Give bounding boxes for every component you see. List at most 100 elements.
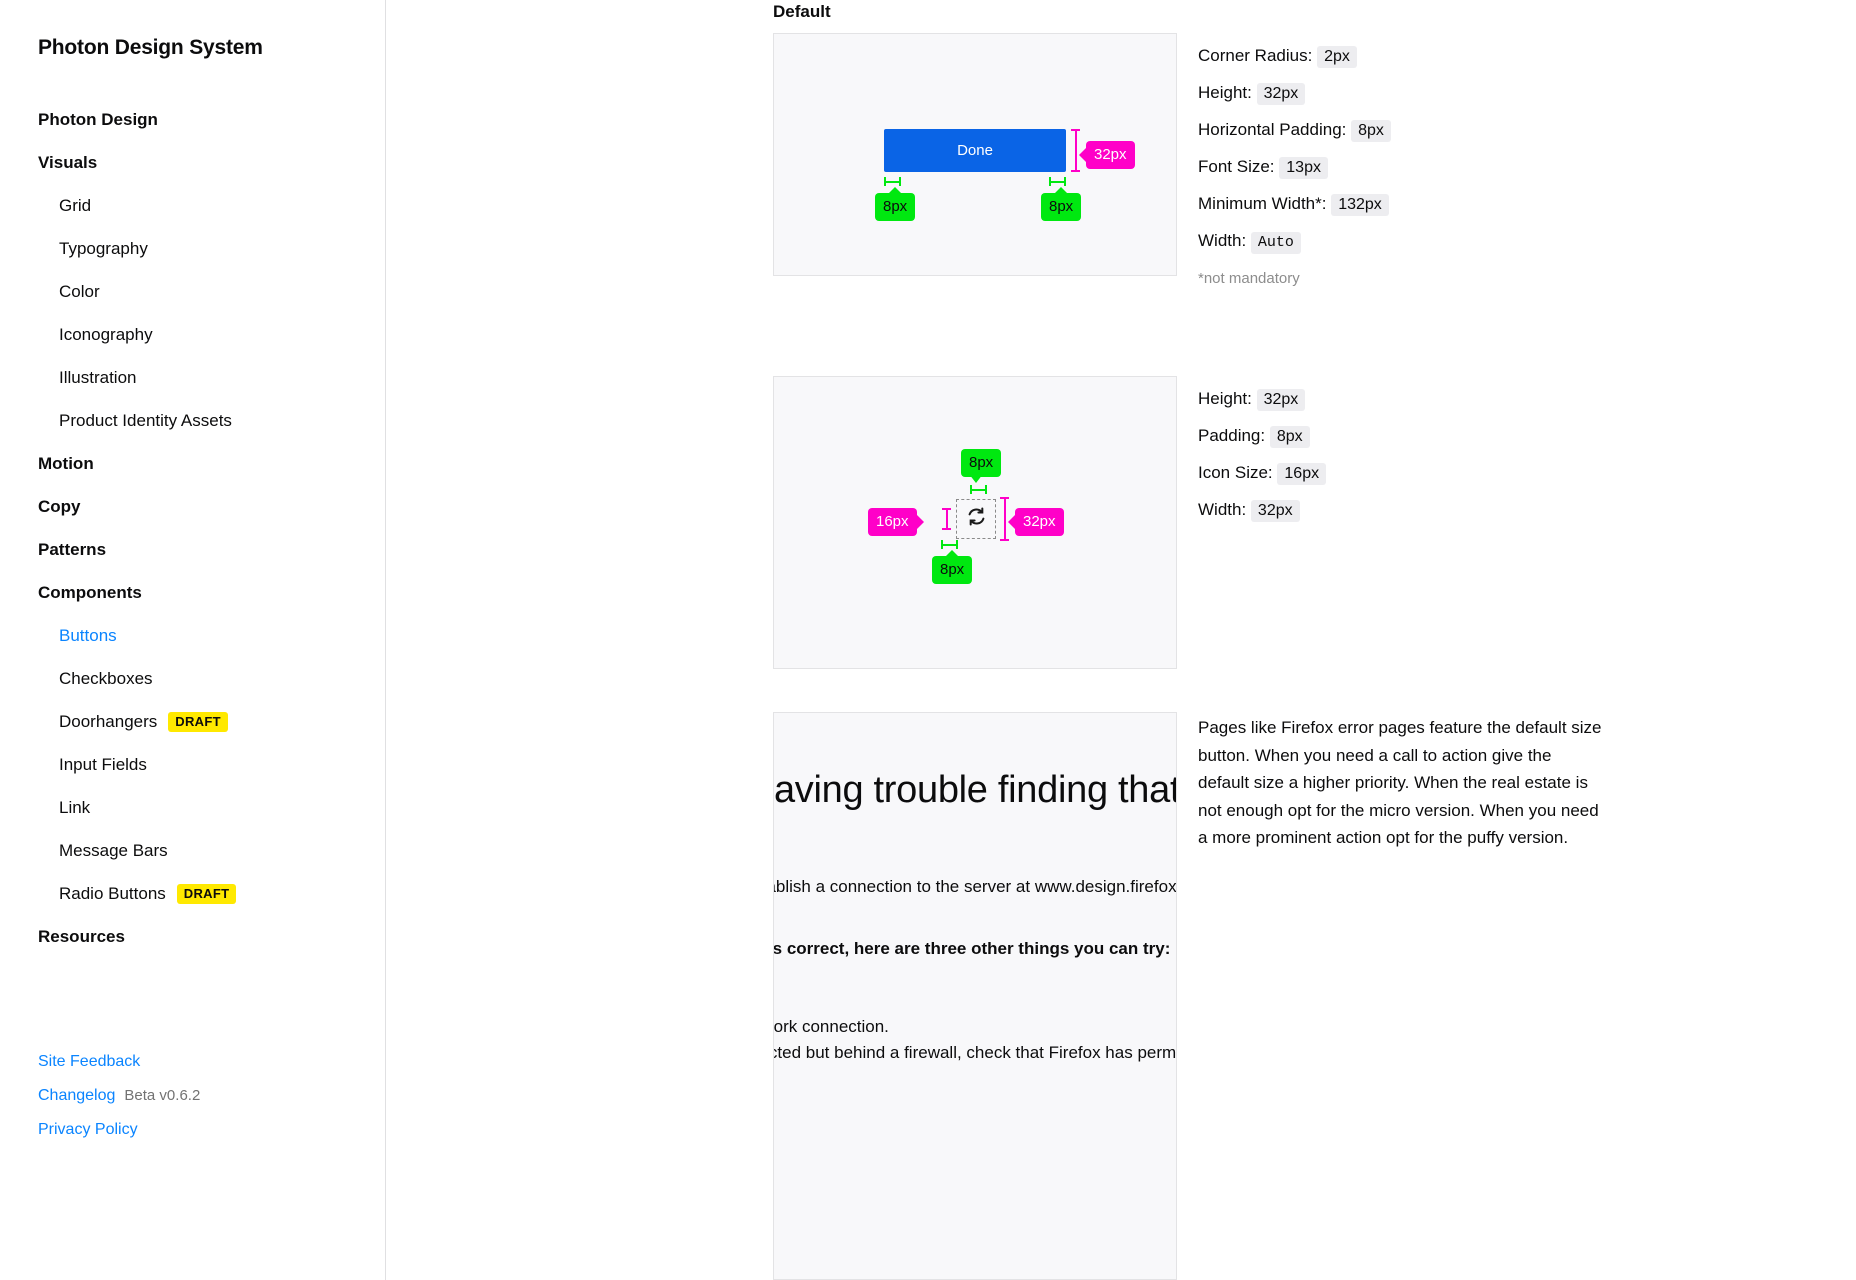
sidebar-item-label: Link [59, 798, 91, 817]
spec-value: 2px [1317, 46, 1357, 68]
sidebar-item-label: Product Identity Assets [59, 411, 232, 430]
spec-row: Minimum Width*: 132px [1198, 186, 1391, 223]
spec-value: Auto [1250, 232, 1301, 254]
draft-badge: DRAFT [168, 711, 228, 732]
sidebar-nav: Photon Design Visuals Grid Typography Color I… [38, 98, 385, 958]
sidebar-footer: Site Feedback Changelog Beta v0.6.2 Priva… [38, 1045, 200, 1147]
refresh-icon [967, 507, 986, 531]
spec-row: Font Size: 13px [1198, 149, 1391, 186]
sidebar-item-components[interactable]: Components [38, 571, 385, 614]
sidebar-item-label: Buttons [59, 626, 117, 645]
bottom-padding-annotation: 8px [932, 550, 973, 584]
spec-label: Width: [1198, 231, 1247, 250]
done-button[interactable]: Done [884, 129, 1066, 172]
sidebar-item-checkboxes[interactable]: Checkboxes [38, 657, 385, 700]
left-padding-annotation: 8px [875, 187, 916, 221]
sidebar: Photon Design System Photon Design Visual… [0, 0, 386, 1280]
sidebar-item-copy[interactable]: Copy [38, 485, 385, 528]
spec-block-micro: 8px 8px 16px 32px Height: 32px Padding: 8… [773, 376, 1327, 669]
error-example-description: Pages like Firefox error pages feature t… [1198, 718, 1602, 847]
preview-card-micro: 8px 8px 16px 32px [773, 376, 1177, 669]
sidebar-item-input-fields[interactable]: Input Fields [38, 743, 385, 786]
preview-card-error: We're having trouble finding that site. … [773, 712, 1177, 1280]
footer-row-privacy: Privacy Policy [38, 1113, 200, 1147]
sidebar-item-buttons[interactable]: Buttons [38, 614, 385, 657]
main-content: Default Done 32px 8px 8px Corner Radius:… [386, 0, 1856, 1280]
right-padding-annotation: 8px [1041, 187, 1082, 221]
changelog-link[interactable]: Changelog [38, 1079, 115, 1113]
sidebar-item-resources[interactable]: Resources [38, 915, 385, 958]
spec-row: Corner Radius: 2px [1198, 38, 1391, 75]
sidebar-item-label: Grid [59, 196, 92, 215]
refresh-button[interactable] [956, 499, 996, 539]
sidebar-item-illustration[interactable]: Illustration [38, 356, 385, 399]
micro-height-annotation: 32px [1008, 508, 1064, 536]
sidebar-item-label: Copy [38, 497, 81, 516]
sidebar-item-grid[interactable]: Grid [38, 184, 385, 227]
sidebar-item-photon-design[interactable]: Photon Design [38, 98, 385, 141]
sidebar-item-motion[interactable]: Motion [38, 442, 385, 485]
sidebar-item-iconography[interactable]: Iconography [38, 313, 385, 356]
sidebar-item-label: Motion [38, 454, 94, 473]
error-page-subtitle: Firefox can't establish a connection to … [774, 877, 1177, 896]
sidebar-item-label: Checkboxes [59, 669, 153, 688]
spec-block-error-example: We're having trouble finding that site. … [773, 712, 1603, 1280]
error-page-title: We're having trouble finding that site. [773, 769, 1177, 811]
spec-label: Padding: [1198, 426, 1266, 445]
sidebar-item-label: Iconography [59, 325, 153, 344]
spec-row: Padding: 8px [1198, 418, 1326, 455]
spec-value: 8px [1351, 120, 1391, 142]
top-padding-annotation: 8px [961, 449, 1002, 477]
sidebar-item-label: Color [59, 282, 100, 301]
spec-value: 32px [1256, 389, 1306, 411]
sidebar-item-label: Illustration [59, 368, 137, 387]
privacy-policy-link[interactable]: Privacy Policy [38, 1113, 138, 1147]
error-suggestion-item: Check your network connection. [773, 1017, 889, 1036]
spec-value: 8px [1269, 426, 1310, 448]
sidebar-item-label: Visuals [38, 153, 98, 172]
page-title: Default [773, 2, 831, 21]
firefox-error-page: We're having trouble finding that site. … [773, 765, 1177, 1092]
sidebar-item-visuals[interactable]: Visuals [38, 141, 385, 184]
sidebar-item-typography[interactable]: Typography [38, 227, 385, 270]
spec-label: Horizontal Padding: [1198, 120, 1347, 139]
sidebar-item-label: Components [38, 583, 142, 602]
sidebar-item-label: Photon Design [38, 110, 158, 129]
version-label: Beta v0.6.2 [124, 1087, 201, 1104]
spec-value: 16px [1277, 463, 1327, 485]
spec-row: Height: 32px [1198, 75, 1391, 112]
spec-label: Font Size: [1198, 157, 1275, 176]
top-padding-pointer [969, 474, 983, 483]
sidebar-item-doorhangers[interactable]: Doorhangers DRAFT [38, 700, 385, 743]
sidebar-item-radio-buttons[interactable]: Radio Buttons DRAFT [38, 872, 385, 915]
sidebar-item-label: Radio Buttons [59, 884, 166, 903]
page-root: Photon Design System Photon Design Visual… [0, 0, 1856, 1280]
spec-list-micro: Height: 32px Padding: 8px Icon Size: 16px W… [1198, 376, 1327, 669]
spec-block-default: Done 32px 8px 8px Corner Radius: 2px Heig… [773, 33, 1391, 295]
top-padding-measure-bar [970, 485, 987, 494]
spec-label: Minimum Width*: [1198, 194, 1327, 213]
sidebar-item-message-bars[interactable]: Message Bars [38, 829, 385, 872]
spec-value: 132px [1331, 194, 1389, 216]
spec-note: *not mandatory [1198, 270, 1300, 287]
sidebar-item-patterns[interactable]: Patterns [38, 528, 385, 571]
error-page-bold-line: If that address is correct, here are thr… [773, 939, 1171, 958]
sidebar-item-product-identity-assets[interactable]: Product Identity Assets [38, 399, 385, 442]
left-padding-measure-bar [884, 177, 901, 186]
icon-size-measure-bar [942, 508, 951, 530]
sidebar-item-label: Typography [59, 239, 148, 258]
spec-label: Height: [1198, 83, 1252, 102]
spec-row: Horizontal Padding: 8px [1198, 112, 1391, 149]
sidebar-item-label: Message Bars [59, 841, 168, 860]
spec-row: Icon Size: 16px [1198, 455, 1327, 492]
footer-row-feedback: Site Feedback [38, 1045, 200, 1079]
spec-label: Icon Size: [1198, 463, 1273, 482]
sidebar-item-color[interactable]: Color [38, 270, 385, 313]
site-feedback-link[interactable]: Site Feedback [38, 1045, 140, 1079]
sidebar-item-link[interactable]: Link [38, 786, 385, 829]
spec-label: Height: [1198, 389, 1252, 408]
spec-value: 32px [1250, 500, 1300, 522]
sidebar-item-label: Patterns [38, 540, 107, 559]
draft-badge: DRAFT [176, 883, 237, 904]
preview-card-default: Done 32px 8px 8px [773, 33, 1177, 276]
